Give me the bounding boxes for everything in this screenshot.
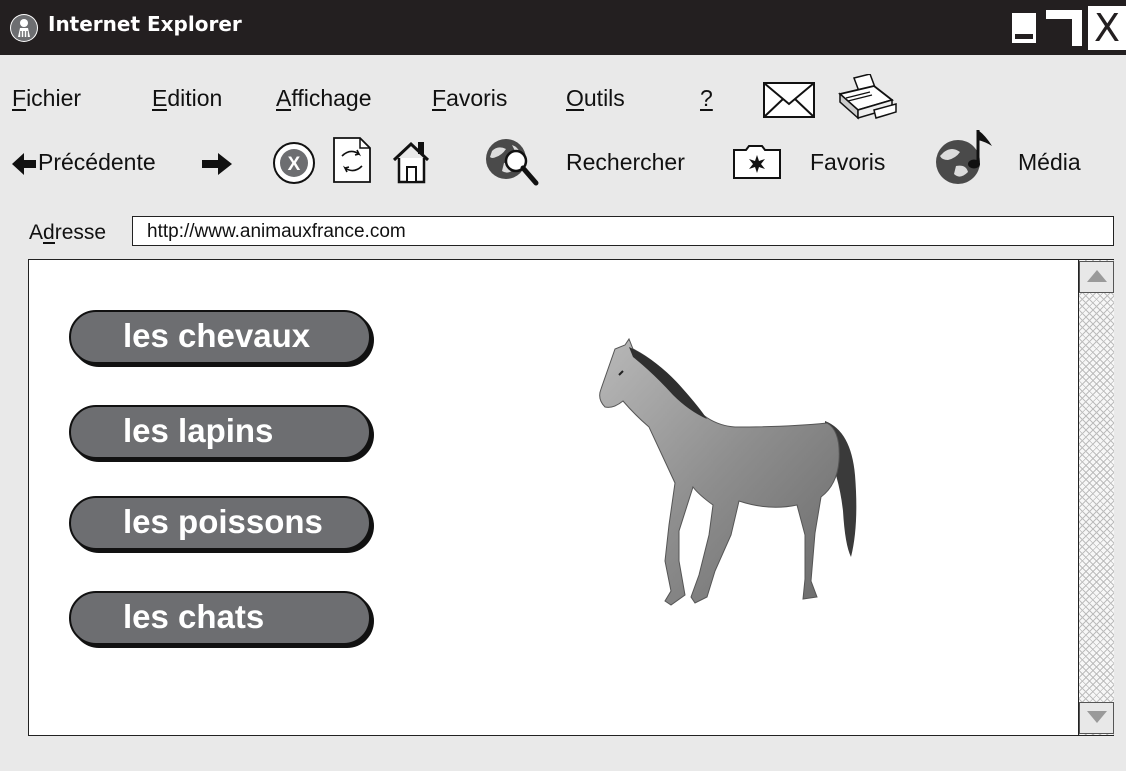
menu-edition[interactable]: Edition: [152, 85, 222, 112]
chevron-up-icon: [1086, 270, 1107, 282]
nav-button-chevaux[interactable]: les chevaux: [69, 310, 371, 364]
back-arrow-icon[interactable]: [10, 150, 38, 183]
nav-button-chats[interactable]: les chats: [69, 591, 371, 645]
menu-outils[interactable]: Outils: [566, 85, 625, 112]
page-content: les chevaux les lapins les poissons les …: [28, 259, 1114, 736]
menu-favoris[interactable]: Favoris: [432, 85, 507, 112]
vertical-scrollbar[interactable]: [1078, 260, 1114, 735]
favorites-button-label[interactable]: Favoris: [810, 149, 885, 176]
stop-glyph: X: [288, 154, 301, 175]
menu-affichage[interactable]: Affichage: [276, 85, 371, 112]
media-globe-icon[interactable]: [934, 126, 998, 193]
search-globe-icon[interactable]: [484, 137, 540, 192]
minimize-button[interactable]: [1012, 13, 1036, 43]
maximize-button[interactable]: [1046, 10, 1082, 46]
back-button-label[interactable]: Précédente: [38, 149, 156, 176]
close-button[interactable]: X: [1088, 6, 1126, 50]
printer-icon[interactable]: [834, 73, 898, 129]
refresh-icon[interactable]: [332, 136, 372, 189]
address-input[interactable]: http://www.animauxfrance.com: [132, 216, 1114, 246]
home-icon[interactable]: [390, 138, 432, 189]
forward-arrow-icon[interactable]: [200, 150, 234, 183]
search-button-label[interactable]: Rechercher: [566, 149, 685, 176]
stop-icon[interactable]: X: [272, 141, 316, 190]
nav-button-lapins[interactable]: les lapins: [69, 405, 371, 459]
chevron-down-icon: [1086, 711, 1107, 723]
horse-image: [589, 335, 889, 625]
address-label: Adresse: [29, 221, 107, 244]
internet-explorer-logo-icon: [10, 14, 38, 42]
mail-icon[interactable]: [762, 80, 816, 125]
menu-fichier[interactable]: Fichier: [12, 85, 81, 112]
nav-button-poissons[interactable]: les poissons: [69, 496, 371, 550]
favorites-folder-icon[interactable]: [732, 144, 782, 185]
scroll-down-button[interactable]: [1079, 702, 1114, 734]
window-title: Internet Explorer: [48, 12, 242, 36]
media-button-label[interactable]: Média: [1018, 149, 1081, 176]
menu-help[interactable]: ?: [700, 85, 713, 112]
scroll-up-button[interactable]: [1079, 261, 1114, 293]
